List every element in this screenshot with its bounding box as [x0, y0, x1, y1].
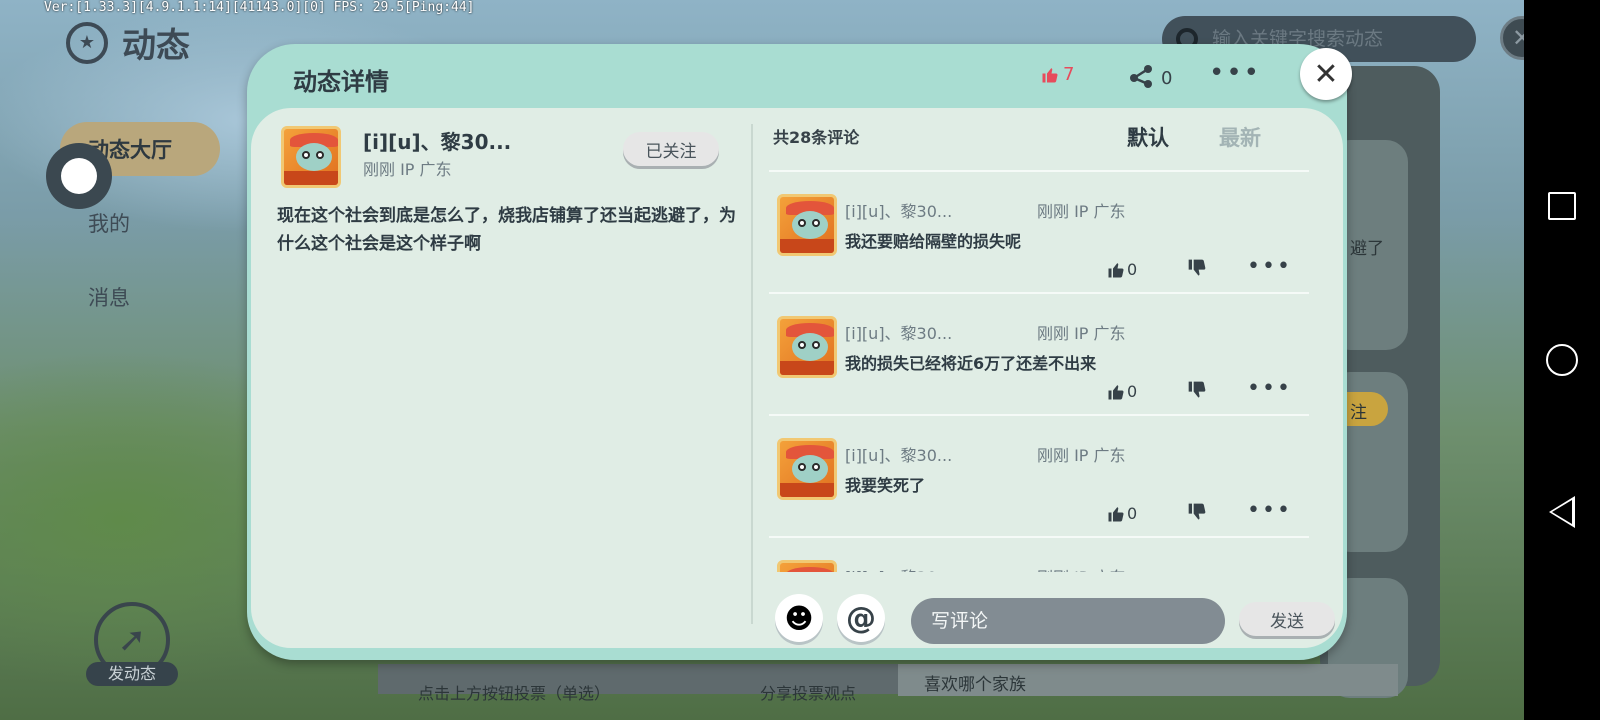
comment-like-count: 0 — [1127, 260, 1138, 279]
comment-item: [i][u]、黎30... 刚刚 IP 广东 我还要赔给隔壁的损失呢 0 ••• — [769, 170, 1309, 292]
thumbs-down-icon[interactable] — [1187, 258, 1207, 283]
system-nav-bar — [1524, 0, 1600, 720]
background-share-text: 分享投票观点 — [760, 684, 857, 703]
post-button[interactable]: ➚ 发动态 — [86, 602, 180, 696]
thumbs-down-icon[interactable] — [1187, 380, 1207, 405]
close-icon[interactable]: ✕ — [1300, 48, 1352, 100]
sidebar-item-messages[interactable]: 消息 — [60, 270, 220, 324]
more-icon[interactable]: ••• — [1209, 58, 1261, 88]
comment-like-count: 0 — [1127, 382, 1138, 401]
post-username[interactable]: [i][u]、黎30... — [363, 126, 511, 155]
follow-button[interactable]: 已关注 — [623, 132, 719, 166]
comment-avatar[interactable] — [777, 316, 837, 378]
background-card-text: 避了 — [1350, 239, 1384, 259]
comment-like-button[interactable]: 0 — [1107, 382, 1137, 401]
floating-assist-button[interactable] — [46, 143, 112, 209]
comment-avatar[interactable] — [777, 560, 837, 572]
thumbs-up-icon — [1107, 261, 1125, 279]
app-title: 动态 — [122, 26, 190, 66]
comment-meta: 刚刚 IP 广东 — [1037, 324, 1126, 343]
background-family-text: 喜欢哪个家族 — [924, 675, 1026, 695]
debug-info: Ver:[1.33.3][4.9.1.1:14][41143.0][0] FPS… — [44, 0, 475, 15]
share-icon — [1129, 64, 1155, 93]
comment-item: [i][u]、黎30... 刚刚 IP 广东 — [769, 536, 1309, 572]
comment-text: 我要笑死了 — [845, 476, 926, 495]
recent-apps-icon[interactable] — [1548, 192, 1576, 220]
home-icon[interactable] — [1546, 344, 1578, 376]
comment-avatar[interactable] — [777, 438, 837, 500]
header-like-button[interactable]: 7 — [1041, 64, 1074, 85]
comment-more-icon[interactable]: ••• — [1247, 376, 1292, 401]
thumbs-up-icon — [1041, 66, 1059, 84]
mention-icon[interactable]: @ — [837, 594, 885, 642]
background-vote-text: 点击上方按钮投票（单选） — [418, 684, 611, 703]
comment-meta: 刚刚 IP 广东 — [1037, 446, 1126, 465]
thumbs-down-icon[interactable] — [1187, 502, 1207, 527]
comment-like-button[interactable]: 0 — [1107, 260, 1137, 279]
tab-newest[interactable]: 最新 — [1219, 122, 1261, 152]
comment-like-button[interactable]: 0 — [1107, 504, 1137, 523]
modal-title: 动态详情 — [293, 68, 389, 96]
star-chat-icon: ★ — [66, 21, 108, 64]
post-avatar[interactable] — [281, 126, 341, 188]
comment-username[interactable]: [i][u]、黎30... — [845, 564, 952, 572]
comment-username[interactable]: [i][u]、黎30... — [845, 198, 952, 222]
emoji-icon[interactable]: ☻ — [775, 594, 823, 642]
comment-meta: 刚刚 IP 广东 — [1037, 564, 1126, 572]
comment-text: 我还要赔给隔壁的损失呢 — [845, 232, 1022, 251]
comment-list[interactable]: [i][u]、黎30... 刚刚 IP 广东 我还要赔给隔壁的损失呢 0 •••… — [769, 170, 1309, 572]
tab-default[interactable]: 默认 — [1127, 122, 1169, 152]
app-header: ★ 动态 — [66, 18, 190, 67]
comment-avatar[interactable] — [777, 194, 837, 256]
comment-like-count: 0 — [1127, 504, 1138, 523]
send-button[interactable]: 发送 — [1239, 602, 1335, 636]
header-share-button[interactable]: 0 — [1129, 64, 1172, 93]
comment-username[interactable]: [i][u]、黎30... — [845, 442, 952, 466]
thumbs-up-icon — [1107, 505, 1125, 523]
comment-count: 共28条评论 — [773, 128, 860, 147]
comment-meta: 刚刚 IP 广东 — [1037, 202, 1126, 221]
comment-text: 我的损失已经将近6万了还差不出来 — [845, 354, 1097, 373]
comment-input[interactable] — [911, 598, 1225, 644]
post-button-label: 发动态 — [86, 662, 178, 686]
share-count: 0 — [1161, 68, 1173, 89]
post-detail-modal: 动态详情 7 0 ••• [i][u]、黎30... 刚刚 IP 广东 已关注 … — [247, 44, 1347, 660]
divider — [751, 124, 753, 624]
like-count: 7 — [1063, 64, 1075, 85]
comment-item: [i][u]、黎30... 刚刚 IP 广东 我要笑死了 0 ••• — [769, 414, 1309, 536]
back-icon[interactable] — [1549, 496, 1575, 528]
post-content: 现在这个社会到底是怎么了，烧我店铺算了还当起逃避了，为什么这个社会是这个样子啊 — [277, 206, 736, 254]
comment-more-icon[interactable]: ••• — [1247, 498, 1292, 523]
comment-more-icon[interactable]: ••• — [1247, 254, 1292, 279]
comment-username[interactable]: [i][u]、黎30... — [845, 320, 952, 344]
post-meta: 刚刚 IP 广东 — [363, 160, 452, 179]
comment-item: [i][u]、黎30... 刚刚 IP 广东 我的损失已经将近6万了还差不出来 … — [769, 292, 1309, 414]
assist-dot-icon — [61, 158, 97, 194]
thumbs-up-icon — [1107, 383, 1125, 401]
